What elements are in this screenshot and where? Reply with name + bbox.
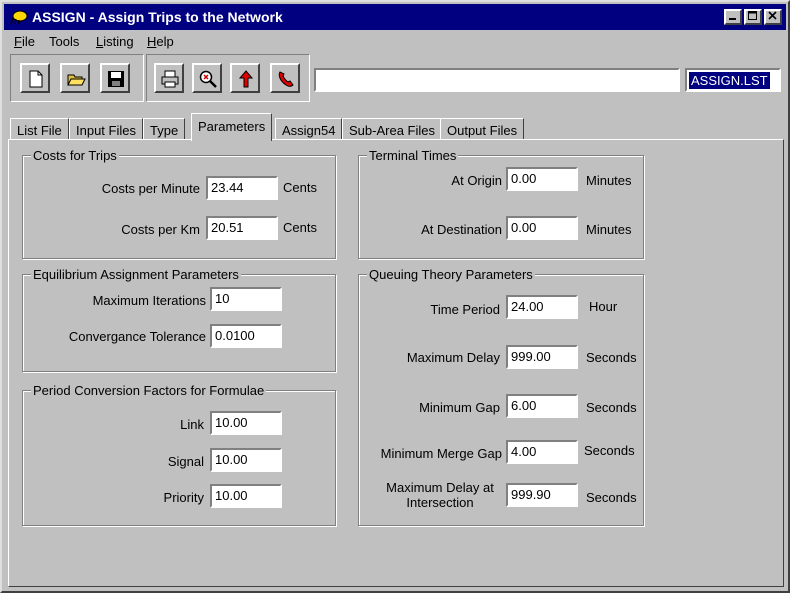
zoom-button[interactable] — [192, 63, 222, 93]
path-field[interactable] — [314, 68, 680, 92]
costs-per-km-unit: Cents — [283, 220, 317, 235]
new-file-icon — [29, 70, 43, 88]
queuing-title: Queuing Theory Parameters — [367, 267, 535, 282]
at-origin-unit: Minutes — [586, 173, 632, 188]
menu-file[interactable]: File — [14, 34, 35, 49]
phone-icon — [278, 71, 294, 87]
tab-sub-area-files[interactable]: Sub-Area Files — [342, 118, 442, 140]
link-input[interactable]: 10.00 — [210, 411, 282, 435]
costs-per-minute-unit: Cents — [283, 180, 317, 195]
convergence-tolerance-input[interactable]: 0.0100 — [210, 324, 282, 348]
costs-group: Costs for Trips — [22, 148, 336, 259]
close-button[interactable] — [764, 9, 782, 25]
at-destination-unit: Minutes — [586, 222, 632, 237]
open-folder-icon — [67, 74, 86, 86]
min-gap-input[interactable]: 6.00 — [506, 394, 578, 418]
time-period-input[interactable]: 24.00 — [506, 295, 578, 319]
convergence-tolerance-label: Convergance Tolerance — [68, 329, 206, 344]
costs-per-km-input[interactable]: 20.51 — [206, 216, 278, 240]
max-delay-input[interactable]: 999.00 — [506, 345, 578, 369]
save-button[interactable] — [100, 63, 130, 93]
list-file-field[interactable]: ASSIGN.LST — [685, 68, 781, 92]
menu-tools[interactable]: Tools — [49, 34, 79, 49]
at-origin-input[interactable]: 0.00 — [506, 167, 578, 191]
max-iterations-label: Maximum Iterations — [92, 293, 206, 308]
menu-listing[interactable]: Listing — [96, 34, 134, 49]
max-delay-intersection-label: Maximum Delay at Intersection — [382, 480, 498, 510]
minimize-icon — [729, 18, 736, 20]
tab-type[interactable]: Type — [143, 118, 186, 140]
zoom-icon — [199, 70, 217, 88]
new-file-button[interactable] — [20, 63, 50, 93]
signal-input[interactable]: 10.00 — [210, 448, 282, 472]
link-label: Link — [180, 417, 204, 432]
run-button[interactable] — [230, 63, 260, 93]
costs-per-minute-input[interactable]: 23.44 — [206, 176, 278, 200]
priority-label: Priority — [163, 490, 204, 505]
tab-input-files[interactable]: Input Files — [69, 118, 143, 140]
max-delay-intersection-unit: Seconds — [586, 490, 637, 505]
min-merge-gap-unit: Seconds — [584, 443, 635, 458]
min-merge-gap-label: Minimum Merge Gap — [380, 446, 502, 461]
maximize-icon — [748, 11, 757, 20]
costs-title: Costs for Trips — [31, 148, 119, 163]
signal-label: Signal — [167, 454, 204, 469]
tab-output-files[interactable]: Output Files — [440, 118, 525, 140]
menu-help[interactable]: Help — [147, 34, 174, 49]
terminal-title: Terminal Times — [367, 148, 459, 163]
run-arrow-icon — [238, 70, 254, 88]
at-destination-input[interactable]: 0.00 — [506, 216, 578, 240]
list-file-value: ASSIGN.LST — [689, 72, 770, 89]
priority-input[interactable]: 10.00 — [210, 484, 282, 508]
at-origin-label: At Origin — [451, 173, 502, 188]
time-period-unit: Hour — [589, 299, 618, 314]
tab-assign54[interactable]: Assign54 — [275, 118, 343, 140]
tab-list-file[interactable]: List File — [10, 118, 69, 140]
title-bar[interactable]: ASSIGN - Assign Trips to the Network — [4, 4, 786, 30]
period-title: Period Conversion Factors for Formulae — [31, 383, 267, 398]
save-disk-icon — [108, 71, 124, 87]
close-icon — [768, 11, 777, 20]
equilibrium-title: Equilibrium Assignment Parameters — [31, 267, 241, 282]
max-delay-label: Maximum Delay — [406, 350, 500, 365]
equilibrium-group: Equilibrium Assignment Parameters — [22, 267, 336, 372]
costs-per-km-label: Costs per Km — [121, 222, 200, 237]
app-logo-icon — [10, 10, 28, 25]
time-period-label: Time Period — [430, 302, 500, 317]
terminal-group: Terminal Times — [358, 148, 644, 259]
menu-bar: File Tools Listing Help — [4, 30, 786, 52]
min-gap-label: Minimum Gap — [419, 400, 500, 415]
minimize-button[interactable] — [724, 9, 742, 25]
max-iterations-input[interactable]: 10 — [210, 287, 282, 311]
print-icon — [161, 70, 179, 88]
app-window: ASSIGN - Assign Trips to the Network Fil… — [0, 0, 790, 593]
min-merge-gap-input[interactable]: 4.00 — [506, 440, 578, 464]
phone-button[interactable] — [270, 63, 300, 93]
max-delay-intersection-label-line2: Intersection — [406, 495, 474, 510]
print-button[interactable] — [154, 63, 184, 93]
open-folder-button[interactable] — [60, 63, 90, 93]
min-gap-unit: Seconds — [586, 400, 637, 415]
tab-parameters[interactable]: Parameters — [191, 113, 273, 141]
max-delay-unit: Seconds — [586, 350, 637, 365]
at-destination-label: At Destination — [421, 222, 502, 237]
max-delay-intersection-label-line1: Maximum Delay at — [386, 480, 494, 495]
maximize-button[interactable] — [744, 9, 762, 25]
costs-per-minute-label: Costs per Minute — [101, 181, 200, 196]
window-title: ASSIGN - Assign Trips to the Network — [32, 9, 283, 25]
max-delay-intersection-input[interactable]: 999.90 — [506, 483, 578, 507]
